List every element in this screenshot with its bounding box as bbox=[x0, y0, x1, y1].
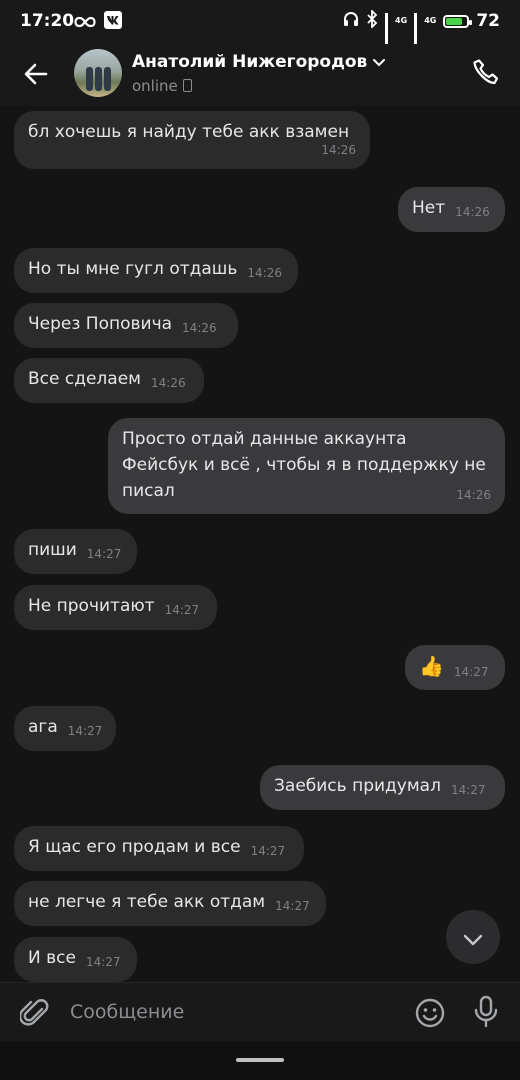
message-bubble[interactable]: Но ты мне гугл отдашь 14:26 bbox=[14, 248, 298, 293]
message-bubble[interactable]: Не прочитают 14:27 bbox=[14, 585, 217, 630]
avatar[interactable] bbox=[74, 49, 122, 97]
infinity-icon bbox=[74, 13, 96, 32]
phone-icon[interactable] bbox=[470, 56, 502, 88]
home-indicator[interactable] bbox=[236, 1058, 284, 1062]
message-time: 14:26 bbox=[182, 321, 217, 335]
message-time: 14:27 bbox=[453, 665, 489, 679]
message-bubble[interactable]: Просто отдай данные аккаунта Фейсбук и в… bbox=[108, 418, 505, 514]
message-bubble[interactable]: Я щас его продам и все 14:27 bbox=[14, 826, 304, 871]
message-text: ага bbox=[28, 717, 58, 737]
message-text: Нет bbox=[412, 198, 446, 218]
attach-icon[interactable] bbox=[18, 997, 50, 1033]
system-nav-bar bbox=[0, 1042, 520, 1080]
mobile-icon bbox=[182, 79, 192, 92]
message-text: Просто отдай данные аккаунта Фейсбук и в… bbox=[122, 429, 486, 501]
emoji-icon[interactable] bbox=[414, 997, 446, 1033]
message-bubble[interactable]: Нет 14:26 bbox=[398, 187, 505, 232]
message-bubble[interactable]: Все сделаем 14:26 bbox=[14, 358, 204, 403]
message-text: И все bbox=[28, 948, 76, 968]
battery-icon bbox=[443, 14, 473, 28]
message-text: не легче я тебе акк отдам bbox=[28, 892, 266, 912]
status-bar: 17:20 4G 4G 72 bbox=[0, 0, 520, 48]
message-text: Все сделаем bbox=[28, 369, 141, 389]
message-time: 14:26 bbox=[456, 488, 491, 502]
battery-percent: 72 bbox=[476, 11, 500, 31]
message-text: Я щас его продам и все bbox=[28, 837, 241, 857]
message-text: Заебись придумал bbox=[274, 776, 441, 796]
message-time: 14:27 bbox=[67, 724, 103, 738]
message-time: 14:27 bbox=[450, 783, 486, 797]
chevron-down-icon bbox=[373, 52, 386, 72]
message-input[interactable]: Сообщение bbox=[70, 1001, 184, 1023]
vk-icon bbox=[104, 11, 122, 33]
message-text: Через Поповича bbox=[28, 314, 173, 334]
network-4g-label: 4G bbox=[424, 16, 437, 25]
microphone-icon[interactable] bbox=[472, 995, 500, 1033]
message-text: Не прочитают bbox=[28, 596, 155, 616]
network-4g-label: 4G bbox=[395, 16, 408, 25]
message-time: 14:26 bbox=[455, 205, 490, 219]
contact-status: online bbox=[132, 77, 192, 95]
message-bubble[interactable]: ага 14:27 bbox=[14, 706, 116, 751]
message-time: 14:27 bbox=[275, 899, 310, 913]
message-time: 14:27 bbox=[164, 603, 200, 617]
message-composer: Сообщение bbox=[0, 982, 520, 1043]
message-bubble[interactable]: Через Поповича 14:26 bbox=[14, 303, 238, 348]
message-time: 14:27 bbox=[85, 955, 121, 969]
message-bubble[interactable]: Заебись придумал 14:27 bbox=[260, 765, 505, 810]
message-text: пиши bbox=[28, 540, 77, 560]
back-arrow-icon[interactable] bbox=[20, 58, 52, 90]
message-bubble[interactable]: 👍 14:27 bbox=[405, 645, 505, 690]
chat-header: Анатолий Нижегородов online bbox=[0, 44, 520, 106]
status-time: 17:20 bbox=[20, 11, 75, 31]
message-time: 14:26 bbox=[247, 266, 282, 280]
message-time: 14:27 bbox=[250, 844, 286, 858]
signal-icon bbox=[385, 13, 389, 48]
message-list[interactable]: бл хочешь я найду тебе акк взамен 14:26 … bbox=[0, 106, 520, 982]
headphones-icon bbox=[343, 11, 359, 31]
message-text: бл хочешь я найду тебе акк взамен bbox=[28, 122, 350, 142]
scroll-down-button[interactable] bbox=[446, 910, 500, 964]
bluetooth-icon bbox=[366, 8, 378, 32]
message-text: Но ты мне гугл отдашь bbox=[28, 259, 238, 279]
message-bubble[interactable]: И все 14:27 bbox=[14, 937, 137, 982]
message-bubble[interactable]: не легче я тебе акк отдам 14:27 bbox=[14, 881, 326, 926]
chevron-down-icon bbox=[463, 931, 483, 950]
contact-name[interactable]: Анатолий Нижегородов bbox=[132, 52, 386, 72]
thumbs-up-emoji: 👍 bbox=[419, 654, 444, 678]
message-time: 14:26 bbox=[151, 376, 186, 390]
message-time: 14:27 bbox=[86, 547, 122, 561]
message-bubble[interactable]: пиши 14:27 bbox=[14, 529, 137, 574]
message-time: 14:26 bbox=[321, 143, 356, 157]
signal-icon bbox=[414, 13, 418, 48]
message-bubble[interactable]: бл хочешь я найду тебе акк взамен 14:26 bbox=[14, 111, 370, 169]
